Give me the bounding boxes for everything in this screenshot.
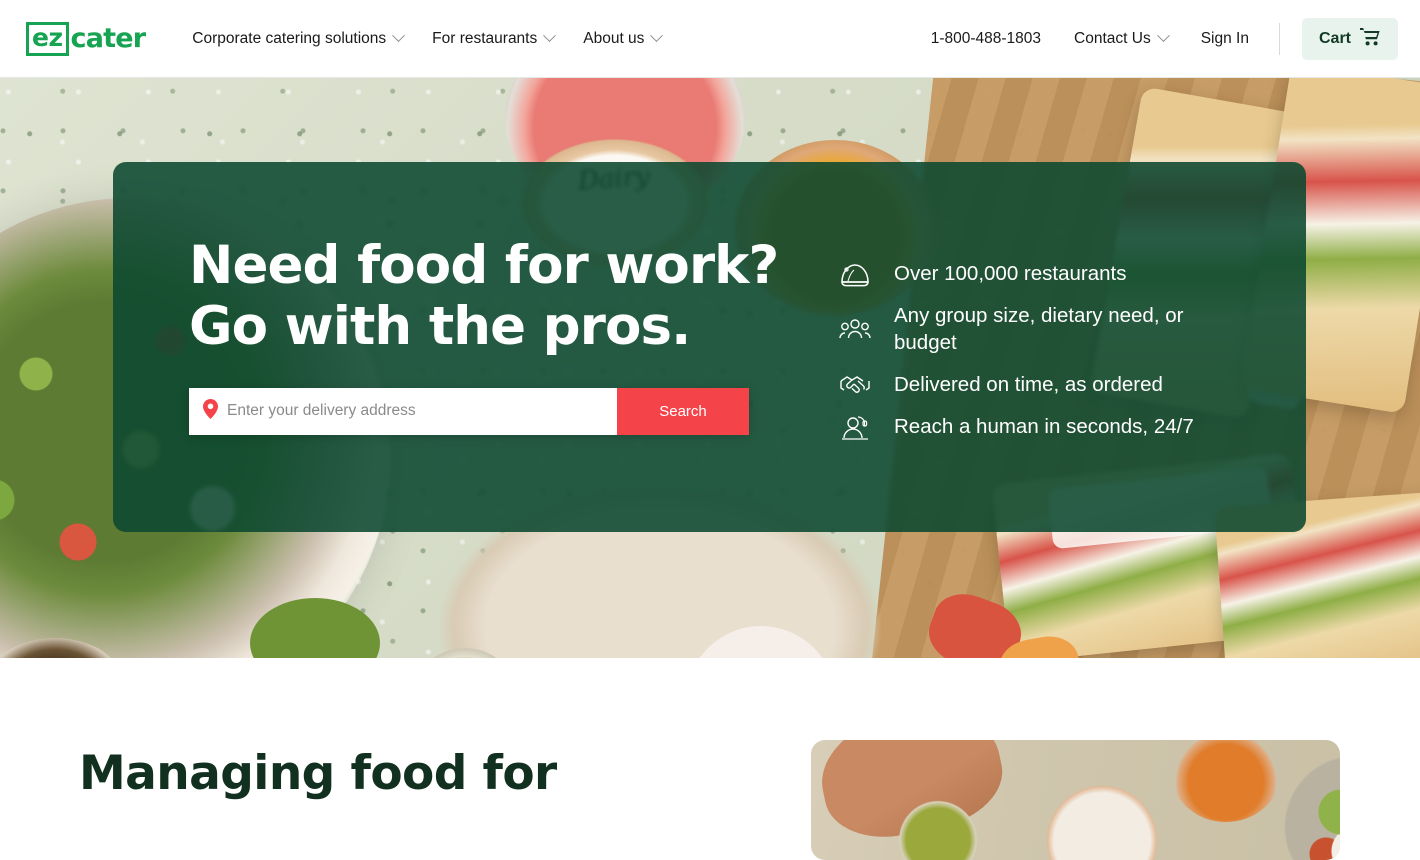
- salad-bowl: [1281, 752, 1340, 860]
- location-pin-icon: [203, 398, 218, 424]
- benefit-label: Delivered on time, as ordered: [894, 373, 1163, 397]
- logo-wordmark: cater: [70, 23, 147, 54]
- cup: [1047, 786, 1157, 860]
- hero-overlay-card: Need food for work? Go with the pros. Se…: [113, 162, 1306, 532]
- nav-label: For restaurants: [432, 29, 538, 47]
- group-people-icon: [838, 317, 872, 341]
- secondary-navigation: 1-800-488-1803 Contact Us Sign In Cart: [898, 17, 1398, 60]
- sign-in-link[interactable]: Sign In: [1201, 30, 1249, 48]
- cart-label: Cart: [1318, 29, 1351, 47]
- benefit-item: Over 100,000 restaurants: [838, 260, 1238, 287]
- search-field-wrapper[interactable]: [189, 387, 617, 435]
- primary-navigation: Corporate catering solutions For restaur…: [192, 29, 690, 48]
- hero-copy-block: Need food for work? Go with the pros. Se…: [189, 235, 779, 435]
- nav-item-corporate-catering-solutions[interactable]: Corporate catering solutions: [192, 29, 406, 48]
- chevron-down-icon: [392, 29, 406, 43]
- section-heading: Managing food for: [79, 746, 557, 801]
- nav-label: Corporate catering solutions: [192, 29, 387, 47]
- ezcater-logo[interactable]: ez cater: [26, 21, 147, 56]
- address-search-bar: Search: [189, 387, 749, 435]
- support-agent-icon: [838, 414, 872, 440]
- benefit-item: Any group size, dietary need, or budget: [838, 302, 1238, 356]
- hero-section: Green Goddess Dairy Need food for work? …: [0, 78, 1420, 658]
- hero-headline-line2: Go with the pros.: [189, 295, 691, 357]
- section-image: [811, 740, 1340, 860]
- value-prop-section: Managing food for: [0, 658, 1420, 860]
- phone-label: 1-800-488-1803: [930, 29, 1042, 47]
- nav-label: Contact Us: [1074, 29, 1151, 47]
- search-input[interactable]: [227, 387, 617, 435]
- benefit-item: Reach a human in seconds, 24/7: [838, 413, 1238, 440]
- benefit-label: Over 100,000 restaurants: [894, 262, 1127, 285]
- chevron-down-icon: [650, 29, 664, 43]
- nav-label: Sign In: [1200, 29, 1249, 47]
- hero-headline-line1: Need food for work?: [189, 235, 779, 296]
- logo-mark: ez: [26, 21, 69, 56]
- hero-benefits-list: Over 100,000 restaurants Any group size,…: [838, 260, 1238, 440]
- nav-item-about-us[interactable]: About us: [583, 29, 664, 48]
- shopping-cart-icon: [1360, 27, 1381, 51]
- chevron-down-icon: [543, 29, 557, 43]
- nav-label: About us: [583, 29, 645, 47]
- search-button[interactable]: Search: [617, 387, 749, 435]
- soup-bowl: [1171, 740, 1281, 822]
- chevron-down-icon: [1156, 29, 1170, 43]
- benefit-label: Any group size, dietary need, or budget: [894, 304, 1184, 355]
- nav-item-contact-us[interactable]: Contact Us: [1074, 29, 1170, 48]
- nav-item-for-restaurants[interactable]: For restaurants: [432, 29, 557, 48]
- taco-icon: [838, 261, 872, 287]
- hero-headline: Need food for work? Go with the pros.: [189, 235, 779, 358]
- benefit-label: Reach a human in seconds, 24/7: [894, 415, 1194, 439]
- site-header: ez cater Corporate catering solutions Fo…: [0, 0, 1420, 78]
- handshake-icon: [838, 373, 872, 397]
- phone-number-link[interactable]: 1-800-488-1803: [931, 30, 1041, 48]
- benefit-item: Delivered on time, as ordered: [838, 371, 1238, 398]
- header-divider: [1278, 22, 1280, 55]
- cart-button[interactable]: Cart: [1301, 17, 1398, 60]
